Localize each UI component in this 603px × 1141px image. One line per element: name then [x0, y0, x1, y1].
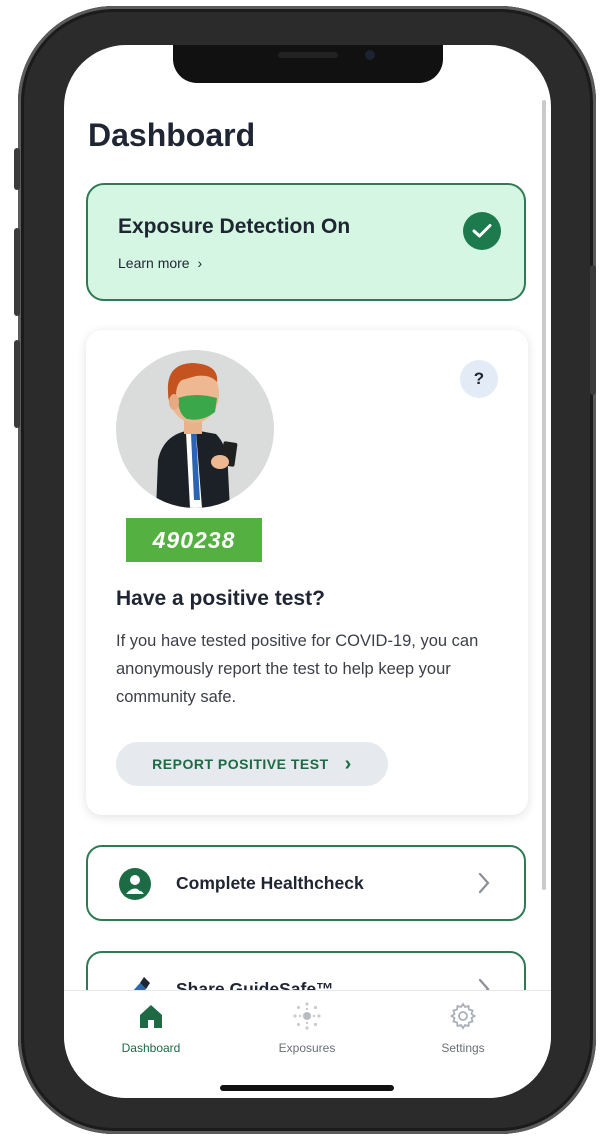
speaker	[278, 52, 338, 58]
positive-test-heading: Have a positive test?	[116, 587, 325, 610]
gear-icon	[446, 999, 480, 1033]
person-illustration	[116, 350, 274, 508]
learn-more-link[interactable]: Learn more ›	[118, 255, 202, 271]
learn-more-label: Learn more	[118, 255, 190, 271]
page-title: Dashboard	[88, 117, 256, 153]
healthcheck-label: Complete Healthcheck	[176, 873, 364, 893]
tab-settings[interactable]: Settings	[408, 999, 518, 1055]
chevron-right-icon	[476, 871, 492, 900]
tab-settings-label: Settings	[441, 1041, 485, 1055]
healthcheck-item[interactable]: Complete Healthcheck	[86, 845, 526, 921]
exposures-icon	[290, 999, 324, 1033]
report-button-label: REPORT POSITIVE TEST	[152, 756, 329, 772]
app-screen: Dashboard Exposure Detection On Learn mo…	[64, 45, 551, 1098]
tab-dashboard[interactable]: Dashboard	[96, 999, 206, 1055]
positive-test-card: ? 490238 Have a positive test? If you ha…	[86, 330, 528, 815]
exposure-status-card[interactable]: Exposure Detection On Learn more ›	[86, 183, 526, 301]
bottom-tab-bar: Dashboard Exposures Settings	[64, 990, 551, 1098]
scrollbar[interactable]	[542, 100, 546, 890]
side-button	[14, 340, 20, 428]
notch	[173, 45, 443, 83]
side-button	[14, 148, 20, 190]
healthcheck-icon	[118, 867, 152, 901]
help-button[interactable]: ?	[460, 360, 498, 398]
test-code-badge: 490238	[126, 518, 262, 562]
side-button	[14, 228, 20, 316]
home-icon	[134, 999, 168, 1033]
camera	[365, 50, 375, 60]
home-indicator[interactable]	[220, 1085, 394, 1091]
chevron-right-icon: ›	[344, 752, 352, 775]
exposure-status-title: Exposure Detection On	[118, 215, 351, 238]
side-button	[590, 265, 596, 395]
report-positive-test-button[interactable]: REPORT POSITIVE TEST ›	[116, 742, 388, 786]
tab-dashboard-label: Dashboard	[121, 1041, 181, 1055]
tab-exposures[interactable]: Exposures	[252, 999, 362, 1055]
positive-test-description: If you have tested positive for COVID-19…	[116, 632, 479, 706]
check-circle-icon	[463, 212, 501, 250]
tab-exposures-label: Exposures	[278, 1041, 336, 1055]
chevron-right-icon: ›	[197, 255, 203, 271]
